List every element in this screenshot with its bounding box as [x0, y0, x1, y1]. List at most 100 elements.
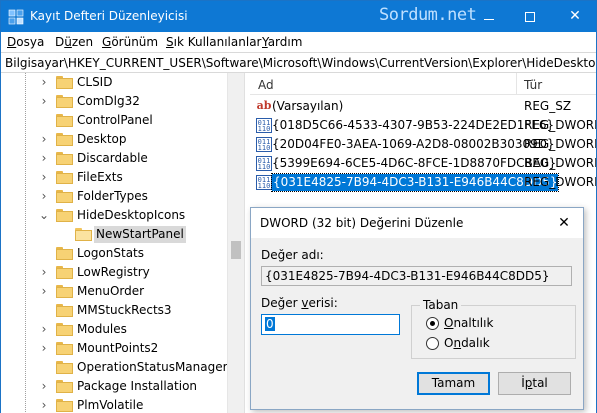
tree-item-packageinstallation[interactable]: › Package Installation: [1, 377, 229, 396]
cancel-button[interactable]: İptal: [498, 372, 571, 395]
tree-item-label: MenuOrder: [77, 284, 145, 298]
tree-item-label: Package Installation: [77, 379, 198, 393]
tree-item-hidedesktopicons[interactable]: ⌄ HideDesktopIcons: [1, 206, 229, 225]
folder-icon: [56, 285, 73, 298]
menu-edit-post: zen: [71, 35, 94, 49]
value-data-label-post: erisi:: [308, 296, 338, 310]
menu-bar: Dosya Düzen Görünüm Sık Kullanılanlar Ya…: [1, 32, 596, 52]
minimize-icon: [484, 19, 494, 20]
tree-item-menuorder[interactable]: › MenuOrder: [1, 282, 229, 301]
tree-item-label: FileExts: [77, 170, 123, 184]
tree-item-clsid[interactable]: › CLSID: [1, 73, 229, 92]
chevron-right-icon[interactable]: ›: [38, 168, 50, 187]
hex-radio-label[interactable]: Onaltılık: [444, 316, 493, 330]
menu-favorites[interactable]: Sık Kullanılanlar: [166, 35, 261, 49]
value-name: {5399E694-6CE5-4D6C-8FCE-1D8870FDCBA0}: [272, 156, 557, 170]
menu-view[interactable]: Görünüm: [102, 35, 158, 49]
tree-item-label: Modules: [77, 322, 127, 336]
dialog-close-button[interactable]: ✕: [551, 212, 577, 234]
column-separator[interactable]: [516, 73, 517, 95]
folder-icon: [56, 304, 73, 317]
value-type: REG_SZ: [524, 99, 572, 113]
tree-item-fileexts[interactable]: › FileExts: [1, 168, 229, 187]
tree-item-controlpanel[interactable]: ControlPanel: [1, 111, 229, 130]
chevron-down-icon[interactable]: ⌄: [38, 206, 50, 225]
value-data-input[interactable]: 0: [261, 314, 400, 335]
value-name: (Varsayılan): [272, 99, 344, 113]
address-bar[interactable]: Bilgisayar\HKEY_CURRENT_USER\Software\Mi…: [1, 52, 596, 73]
folder-icon: [56, 323, 73, 336]
tree-item-label: Discardable: [77, 151, 148, 165]
menu-file[interactable]: Dosya: [7, 35, 44, 49]
tree-scrollbar-thumb[interactable]: [231, 241, 241, 259]
tree-item-discardable[interactable]: › Discardable: [1, 149, 229, 168]
folder-icon: [56, 95, 73, 108]
menu-edit[interactable]: Düzen: [55, 35, 93, 49]
chevron-right-icon[interactable]: ›: [38, 320, 50, 339]
folder-icon: [56, 342, 73, 355]
tree-item-operationstatusmanager[interactable]: OperationStatusManager: [1, 358, 229, 377]
value-name: {031E4825-7B94-4DC3-B131-E946B44C8DD5}: [270, 173, 560, 192]
tree-item-lowregistry[interactable]: › LowRegistry: [1, 263, 229, 282]
tree-item-mmstuckrects3[interactable]: MMStuckRects3: [1, 301, 229, 320]
column-header-name[interactable]: Ad: [258, 78, 274, 92]
minimize-button[interactable]: [469, 1, 509, 32]
chevron-right-icon[interactable]: ›: [38, 73, 50, 92]
folder-icon: [56, 380, 73, 393]
tree-item-modules[interactable]: › Modules: [1, 320, 229, 339]
list-item[interactable]: 011 110 {018D5C66-4533-4307-9B53-224DE2E…: [250, 116, 596, 135]
tree-item-desktop[interactable]: › Desktop: [1, 130, 229, 149]
chevron-right-icon[interactable]: ›: [38, 396, 50, 413]
folder-open-icon: [75, 228, 92, 241]
chevron-right-icon[interactable]: ›: [38, 282, 50, 301]
value-name: {20D04FE0-3AEA-1069-A2D8-08002B30309D}: [272, 137, 555, 151]
maximize-button[interactable]: [510, 1, 550, 32]
value-name: {018D5C66-4533-4307-9B53-224DE2ED1FE6}: [272, 118, 555, 132]
chevron-right-icon[interactable]: ›: [38, 263, 50, 282]
tree-item-foldertypes[interactable]: › FolderTypes: [1, 187, 229, 206]
folder-icon: [56, 76, 73, 89]
hex-radio[interactable]: [426, 317, 439, 330]
folder-icon: [56, 399, 73, 412]
ok-button[interactable]: Tamam: [417, 372, 490, 395]
decimal-radio-label[interactable]: Ondalık: [444, 336, 490, 350]
tree-item-logonstats[interactable]: LogonStats: [1, 244, 229, 263]
watermark: Sordum.net: [379, 5, 477, 25]
value-name-field[interactable]: {031E4825-7B94-4DC3-B131-E946B44C8DD5}: [261, 266, 572, 286]
chevron-right-icon[interactable]: ›: [38, 92, 50, 111]
decimal-radio[interactable]: [426, 337, 439, 350]
cancel-label-post: tal: [532, 376, 548, 390]
list-item[interactable]: 011 110 {5399E694-6CE5-4D6C-8FCE-1D8870F…: [250, 154, 596, 173]
tree-item-label: ComDlg32: [77, 94, 140, 108]
value-type: REG_DWORD: [524, 137, 596, 151]
tree-item-plmvolatile[interactable]: › PlmVolatile: [1, 396, 229, 413]
folder-icon: [56, 361, 73, 374]
folder-icon: [56, 133, 73, 146]
dialog-title: DWORD (32 bit) Değerini Düzenle: [260, 216, 464, 230]
value-data-text: 0: [265, 317, 275, 331]
list-item[interactable]: ab (Varsayılan) REG_SZ: [250, 97, 596, 116]
menu-file-post: osya: [16, 35, 45, 49]
tree-item-label: HideDesktopIcons: [77, 208, 186, 222]
tree-item-mountpoints2[interactable]: › MountPoints2: [1, 339, 229, 358]
list-item-selected[interactable]: 011 110 {031E4825-7B94-4DC3-B131-E946B44…: [250, 173, 596, 192]
close-button[interactable]: ✕: [554, 1, 596, 32]
chevron-right-icon[interactable]: ›: [38, 130, 50, 149]
menu-help[interactable]: Yardım: [262, 35, 302, 49]
list-item[interactable]: 011 110 {20D04FE0-3AEA-1069-A2D8-08002B3…: [250, 135, 596, 154]
tree-scrollbar[interactable]: [227, 73, 244, 413]
tree-item-comdlg32[interactable]: › ComDlg32: [1, 92, 229, 111]
chevron-right-icon[interactable]: ›: [38, 187, 50, 206]
tree-item-label: ControlPanel: [77, 113, 153, 127]
menu-edit-accel: ü: [64, 35, 72, 49]
chevron-right-icon[interactable]: ›: [38, 149, 50, 168]
chevron-right-icon[interactable]: ›: [38, 339, 50, 358]
tree-item-label: OperationStatusManager: [77, 360, 228, 374]
column-header-type[interactable]: Tür: [524, 78, 542, 92]
close-icon: ✕: [558, 215, 570, 231]
hex-label-post: naltılık: [453, 316, 494, 330]
tree-item-newstartpanel[interactable]: NewStartPanel: [1, 225, 229, 244]
menu-help-post: ardım: [267, 35, 303, 49]
chevron-right-icon[interactable]: ›: [38, 377, 50, 396]
folder-icon: [56, 190, 73, 203]
